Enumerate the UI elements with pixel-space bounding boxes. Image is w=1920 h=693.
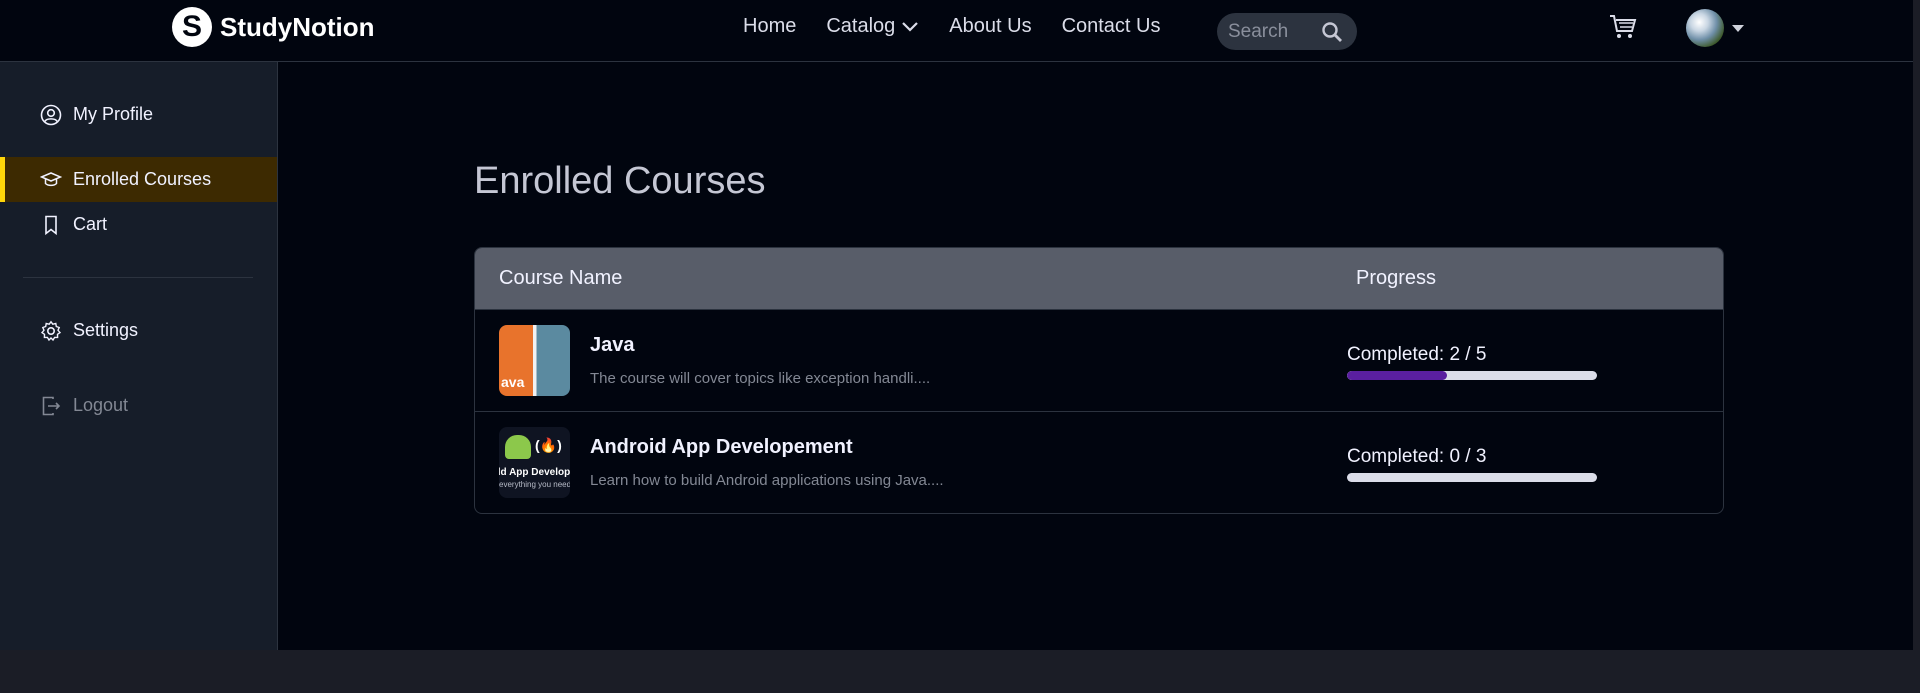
profile-menu[interactable]	[1686, 9, 1744, 47]
sidebar-item-my-profile[interactable]: My Profile	[0, 92, 277, 137]
sidebar-item-label: Logout	[73, 395, 129, 415]
logo-mark-icon: S	[172, 7, 212, 47]
nav-link-catalog[interactable]: Catalog	[826, 15, 919, 38]
brand-logo[interactable]: S StudyNotion	[172, 7, 375, 47]
nav-link-about[interactable]: About Us	[949, 15, 1031, 38]
course-title[interactable]: Android App Developement	[590, 436, 853, 459]
graduation-cap-icon	[40, 169, 62, 191]
thumbnail-text: ava	[501, 374, 525, 390]
sidebar-item-label: Enrolled Courses	[73, 169, 212, 189]
course-description: The course will cover topics like except…	[590, 370, 931, 387]
search-input[interactable]	[1228, 20, 1318, 43]
user-circle-icon	[40, 104, 62, 126]
enrolled-courses-table: Course Name Progress ava Java The course…	[474, 247, 1724, 514]
android-robot-icon	[505, 435, 531, 459]
sidebar-item-logout[interactable]: Logout	[0, 383, 277, 428]
sidebar-item-cart[interactable]: Cart	[0, 202, 277, 247]
column-header-progress: Progress	[1356, 267, 1437, 289]
table-row[interactable]: (🔥) ild App Develop everything you need …	[475, 411, 1723, 513]
column-header-course-name: Course Name	[499, 267, 623, 289]
nav-link-about-label: About Us	[949, 15, 1032, 37]
avatar	[1686, 9, 1724, 47]
bookmark-icon	[40, 214, 62, 236]
page-scrollbar[interactable]	[1913, 0, 1920, 693]
course-title[interactable]: Java	[590, 334, 635, 357]
thumbnail-subtext: everything you need to know	[499, 480, 570, 489]
search-box	[1217, 13, 1357, 50]
sidebar: My Profile Enrolled Courses Cart Setting…	[0, 62, 278, 650]
top-navbar: S StudyNotion Home Catalog About Us Cont…	[0, 0, 1913, 62]
sidebar-item-label: Settings	[73, 320, 139, 340]
course-description: Learn how to build Android applications …	[590, 472, 944, 489]
page-title: Enrolled Courses	[474, 160, 766, 202]
nav-links: Home Catalog About Us Contact Us	[743, 15, 1191, 38]
sidebar-divider	[23, 277, 253, 278]
progress-bar-fill	[1347, 371, 1447, 380]
progress-text: Completed: 2 / 5	[1347, 344, 1487, 365]
nav-link-home[interactable]: Home	[743, 15, 796, 38]
logout-icon	[40, 395, 62, 417]
progress-text: Completed: 0 / 3	[1347, 446, 1487, 467]
progress-bar	[1347, 473, 1597, 482]
gear-icon	[40, 320, 62, 342]
freecodecamp-icon: (🔥)	[535, 437, 562, 453]
search-icon[interactable]	[1321, 21, 1343, 43]
sidebar-item-settings[interactable]: Settings	[0, 308, 277, 353]
sidebar-item-label: My Profile	[73, 104, 154, 124]
progress-bar	[1347, 371, 1597, 380]
nav-link-catalog-label: Catalog	[826, 15, 896, 37]
sidebar-item-label: Cart	[73, 214, 108, 234]
caret-down-icon	[1732, 24, 1744, 32]
nav-link-contact-label: Contact Us	[1061, 15, 1161, 37]
sidebar-item-enrolled-courses[interactable]: Enrolled Courses	[0, 157, 277, 202]
brand-name: StudyNotion	[220, 11, 375, 42]
chevron-down-icon	[902, 21, 919, 32]
thumbnail-text: ild App Develop	[499, 467, 570, 478]
main-content: Enrolled Courses Course Name Progress av…	[278, 62, 1913, 650]
nav-link-contact[interactable]: Contact Us	[1062, 15, 1161, 38]
course-thumbnail: ava	[499, 325, 570, 396]
nav-link-home-label: Home	[743, 15, 797, 37]
table-row[interactable]: ava Java The course will cover topics li…	[475, 309, 1723, 411]
table-header: Course Name Progress	[475, 248, 1723, 309]
course-thumbnail: (🔥) ild App Develop everything you need …	[499, 427, 570, 498]
cart-icon[interactable]	[1608, 12, 1638, 42]
